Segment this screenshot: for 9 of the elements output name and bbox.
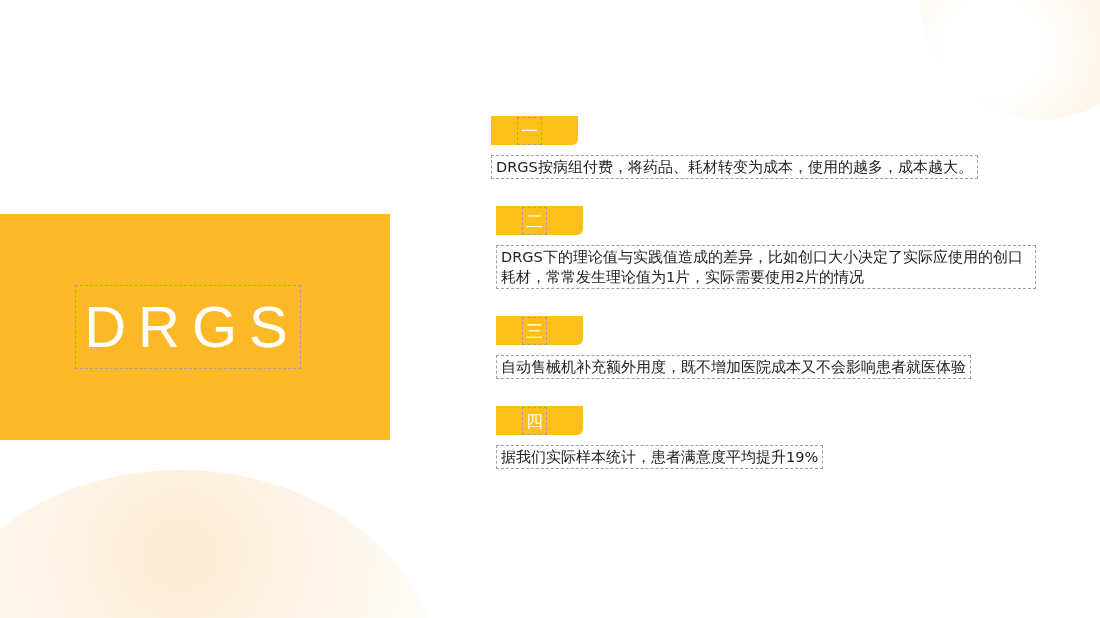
number-label: 三 <box>522 316 547 345</box>
point-text: 据我们实际样本统计，患者满意度平均提升19% <box>496 445 824 469</box>
slide-title: DRGS <box>75 285 301 369</box>
point-text: DRGS下的理论值与实践值造成的差异，比如创口大小决定了实际应使用的创口耗材，常常发生理论值为1片，实际需要使用2片的情况 <box>496 245 1036 289</box>
point-text: DRGS按病组付费，将药品、耗材转变为成本，使用的越多，成本越大。 <box>491 155 978 179</box>
number-label: 一 <box>517 116 542 145</box>
number-label: 四 <box>522 406 547 435</box>
number-label: 二 <box>522 206 547 235</box>
point-text: 自动售械机补充额外用度，既不增加医院成本又不会影响患者就医体验 <box>496 355 971 379</box>
